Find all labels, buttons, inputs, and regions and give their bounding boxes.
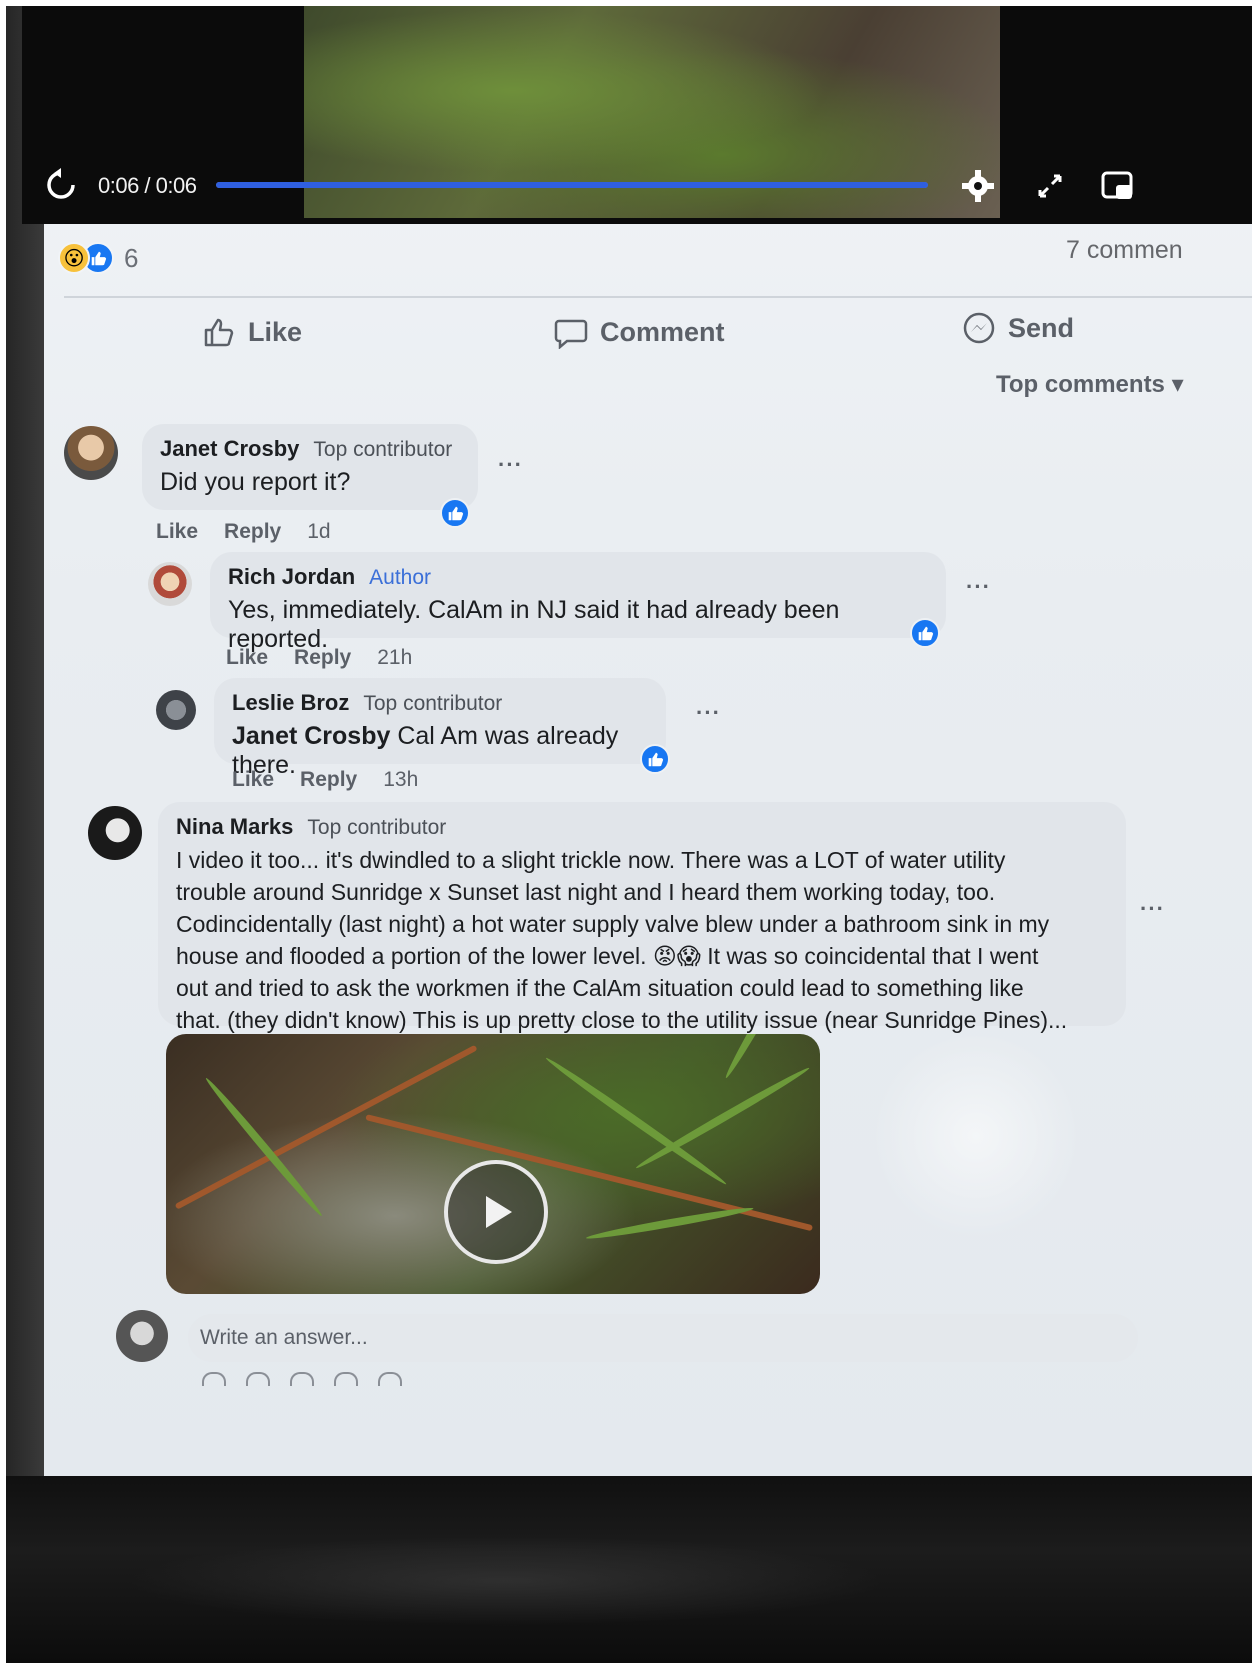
leaf: [634, 1064, 812, 1172]
sort-label: Top comments: [996, 371, 1165, 398]
more-options-icon[interactable]: ···: [1140, 896, 1165, 922]
wow-reaction-icon: 😮: [58, 242, 90, 274]
comment-time[interactable]: 21h: [377, 646, 412, 670]
video-player[interactable]: 0:06 / 0:06: [22, 6, 1252, 224]
comment-reply-link[interactable]: Reply: [300, 768, 357, 792]
comment-bubble: Leslie Broz Top contributor Janet Crosby…: [214, 678, 666, 779]
composer-tool-icon[interactable]: [290, 1372, 314, 1386]
comments-count[interactable]: 7 commen: [1066, 236, 1183, 265]
more-options-icon[interactable]: ···: [966, 574, 991, 600]
comment-author[interactable]: Leslie Broz: [232, 690, 349, 716]
attached-video-thumbnail[interactable]: [166, 1034, 820, 1294]
comment-bubble: Nina Marks Top contributor I video it to…: [158, 802, 1126, 1033]
comment-line: house and flooded a portion of the lower…: [176, 943, 1039, 969]
comment-like-link[interactable]: Like: [226, 646, 268, 670]
composer-tool-icon[interactable]: [202, 1372, 226, 1386]
more-options-icon[interactable]: ···: [498, 452, 523, 478]
photo-frame: 0:06 / 0:06 😮 6 7 commen Like Comment Se…: [6, 6, 1252, 1663]
comment-meta: Like Reply 13h: [232, 768, 418, 792]
answer-composer: [116, 1306, 1138, 1366]
picture-in-picture-icon[interactable]: [1100, 168, 1136, 204]
contributor-badge: Top contributor: [313, 438, 453, 461]
contributor-badge: Top contributor: [363, 692, 503, 715]
comment-line: that. (they didn't know) This is up pret…: [176, 1007, 1068, 1033]
composer-tool-icon[interactable]: [246, 1372, 270, 1386]
answer-input[interactable]: [188, 1314, 1138, 1362]
mention-link[interactable]: Janet Crosby: [232, 722, 390, 750]
comment-author[interactable]: Nina Marks: [176, 814, 293, 840]
author-badge: Author: [369, 566, 432, 589]
play-icon: [486, 1196, 512, 1228]
reaction-count: 6: [124, 242, 139, 273]
video-time: 0:06 / 0:06: [98, 173, 197, 198]
more-options-icon[interactable]: ···: [696, 700, 721, 726]
twig: [365, 1114, 814, 1232]
comment-text: Did you report it?: [160, 468, 351, 496]
replay-icon[interactable]: [44, 168, 78, 202]
like-reaction-icon[interactable]: [910, 618, 940, 648]
reaction-summary[interactable]: 😮 6: [58, 238, 138, 278]
comment-time[interactable]: 13h: [383, 768, 418, 792]
composer-tool-icon[interactable]: [334, 1372, 358, 1386]
leaf: [202, 1075, 325, 1219]
expand-icon[interactable]: [1032, 168, 1068, 204]
comment-line: out and tried to ask the workmen if the …: [176, 975, 1024, 1001]
comment-text: I video it too... it's dwindled to a sli…: [176, 844, 1108, 1036]
like-reaction-icon[interactable]: [440, 498, 470, 528]
like-reaction-icon[interactable]: [640, 744, 670, 774]
screen-glare: [866, 1036, 1086, 1236]
avatar[interactable]: [148, 562, 192, 606]
comment-line: I video it too... it's dwindled to a sli…: [176, 847, 1006, 873]
send-button[interactable]: Send: [962, 306, 1074, 350]
comment-line: trouble around Sunridge x Sunset last ni…: [176, 879, 996, 905]
video-controls: 0:06 / 0:06: [22, 156, 1252, 216]
avatar[interactable]: [88, 806, 142, 860]
composer-tool-icon[interactable]: [378, 1372, 402, 1386]
video-progress-bar[interactable]: [216, 182, 928, 188]
divider: [64, 296, 1252, 298]
avatar[interactable]: [64, 426, 118, 480]
comment-line: Codincidentally (last night) a hot water…: [176, 911, 1050, 937]
comment-button[interactable]: Comment: [554, 310, 725, 354]
monitor-bezel: [6, 6, 44, 1486]
leaf: [722, 1034, 800, 1080]
comment-author[interactable]: Janet Crosby: [160, 436, 299, 462]
gear-icon[interactable]: [960, 168, 996, 204]
comment-reply-link[interactable]: Reply: [224, 520, 281, 544]
twig: [174, 1044, 478, 1210]
avatar[interactable]: [156, 690, 196, 730]
comment-label: Comment: [600, 316, 725, 347]
comment-author[interactable]: Rich Jordan: [228, 564, 355, 590]
comment-like-link[interactable]: Like: [156, 520, 198, 544]
video-progress-fill: [216, 182, 928, 188]
comment-meta: Like Reply 1d: [156, 520, 331, 544]
leaf: [585, 1204, 755, 1242]
composer-tools: [202, 1372, 402, 1386]
comment-reply-link[interactable]: Reply: [294, 646, 351, 670]
comment-bubble: Janet Crosby Top contributor Did you rep…: [142, 424, 478, 510]
like-label: Like: [248, 316, 303, 347]
send-label: Send: [1008, 312, 1075, 343]
comment-bubble: Rich Jordan Author Yes, immediately. Cal…: [210, 552, 946, 653]
play-button[interactable]: [444, 1160, 548, 1264]
messenger-icon: [963, 312, 995, 344]
chevron-down-icon: ▾: [1171, 371, 1184, 398]
contributor-badge: Top contributor: [307, 816, 447, 839]
speech-bubble-icon: [554, 319, 588, 349]
monitor-stand: [126, 1536, 886, 1626]
thumbs-up-icon: [204, 318, 234, 347]
comment-like-link[interactable]: Like: [232, 768, 274, 792]
avatar[interactable]: [116, 1310, 168, 1362]
sort-comments-dropdown[interactable]: Top comments ▾: [996, 370, 1184, 399]
like-button[interactable]: Like: [202, 310, 302, 354]
comment-time[interactable]: 1d: [307, 520, 330, 544]
comment-meta: Like Reply 21h: [226, 646, 412, 670]
